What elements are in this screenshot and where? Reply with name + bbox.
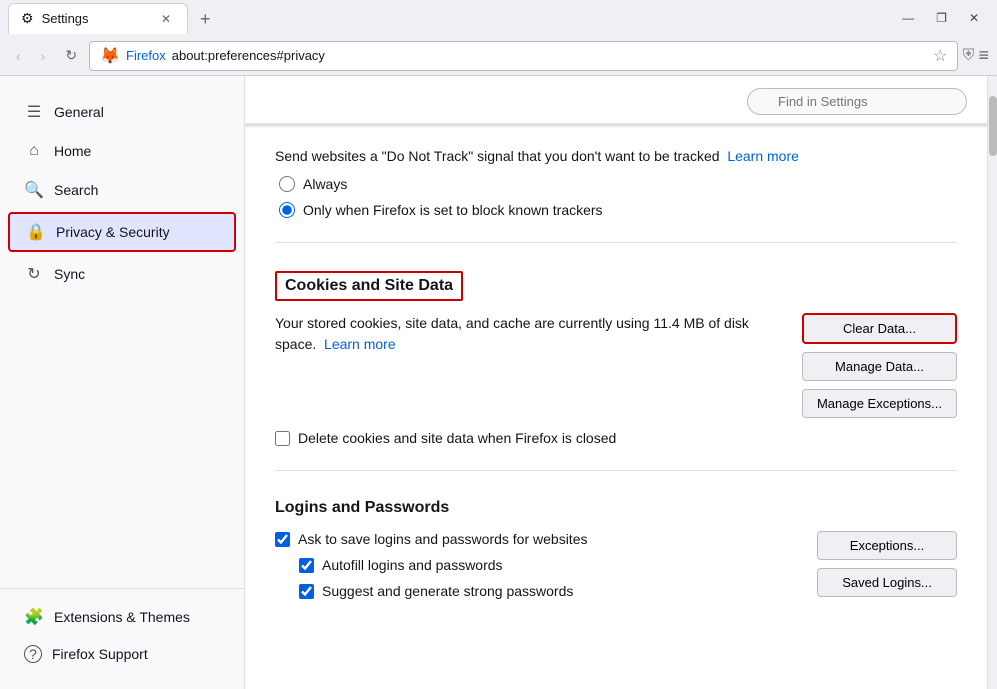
suggest-passwords-checkbox[interactable] bbox=[299, 584, 314, 599]
support-icon: ? bbox=[24, 645, 42, 663]
dnt-always-radio[interactable] bbox=[279, 176, 295, 192]
firefox-icon: 🦊 bbox=[100, 46, 120, 66]
find-settings-input[interactable] bbox=[747, 88, 967, 115]
sidebar-label-home: Home bbox=[54, 143, 91, 159]
content-area: 🔍 Send websites a "Do Not Track" signal … bbox=[245, 76, 987, 689]
cookies-buttons: Clear Data... Manage Data... Manage Exce… bbox=[802, 313, 957, 418]
delete-cookies-checkbox[interactable] bbox=[275, 431, 290, 446]
logins-buttons: Exceptions... Saved Logins... bbox=[817, 531, 957, 597]
cookies-section: Cookies and Site Data Your stored cookie… bbox=[275, 271, 957, 471]
manage-exceptions-button[interactable]: Manage Exceptions... bbox=[802, 389, 957, 418]
sidebar-item-general[interactable]: ☰ General bbox=[8, 94, 236, 130]
search-nav-icon: 🔍 bbox=[24, 180, 44, 200]
ask-save-checkbox[interactable] bbox=[275, 532, 290, 547]
cookies-section-title: Cookies and Site Data bbox=[275, 271, 957, 313]
settings-content: Send websites a "Do Not Track" signal th… bbox=[245, 128, 987, 629]
dnt-always-option[interactable]: Always bbox=[279, 176, 957, 192]
maximize-button[interactable]: ❐ bbox=[926, 7, 957, 29]
browser-window: ⚙ Settings ✕ + — ❐ ✕ ‹ › ↻ 🦊 Firefox abo… bbox=[0, 0, 997, 689]
navigation-bar: ‹ › ↻ 🦊 Firefox about:preferences#privac… bbox=[0, 36, 997, 76]
dnt-always-label: Always bbox=[303, 176, 347, 192]
delete-cookies-label: Delete cookies and site data when Firefo… bbox=[298, 430, 616, 446]
new-tab-button[interactable]: + bbox=[192, 5, 219, 34]
menu-icon[interactable]: ≡ bbox=[978, 45, 989, 66]
privacy-icon: 🔒 bbox=[26, 222, 46, 242]
firefox-label: Firefox bbox=[126, 48, 166, 63]
shield-icon[interactable]: ⛨ bbox=[962, 47, 974, 65]
home-icon: ⌂ bbox=[24, 142, 44, 160]
sync-icon: ↻ bbox=[24, 264, 44, 284]
sidebar-item-sync[interactable]: ↻ Sync bbox=[8, 256, 236, 292]
find-bar: 🔍 bbox=[245, 76, 987, 124]
settings-tab[interactable]: ⚙ Settings ✕ bbox=[8, 3, 188, 34]
extensions-icon: 🧩 bbox=[24, 607, 44, 627]
bookmark-icon[interactable]: ☆ bbox=[933, 46, 947, 66]
scrollbar-track[interactable] bbox=[987, 76, 997, 689]
tab-bar: ⚙ Settings ✕ + bbox=[8, 3, 888, 34]
do-not-track-section: Send websites a "Do Not Track" signal th… bbox=[275, 148, 957, 243]
sidebar-wrapper: ☰ General ⌂ Home 🔍 Search 🔒 Privacy & Se… bbox=[0, 92, 244, 673]
forward-button[interactable]: › bbox=[33, 44, 54, 68]
suggest-passwords-label: Suggest and generate strong passwords bbox=[322, 583, 573, 599]
logins-section: Logins and Passwords Ask to save logins … bbox=[275, 499, 957, 609]
scrollbar-thumb[interactable] bbox=[989, 96, 997, 156]
saved-logins-button[interactable]: Saved Logins... bbox=[817, 568, 957, 597]
address-text: about:preferences#privacy bbox=[172, 48, 927, 63]
logins-options: Ask to save logins and passwords for web… bbox=[275, 531, 797, 609]
dnt-text: Send websites a "Do Not Track" signal th… bbox=[275, 148, 957, 164]
suggest-passwords-option[interactable]: Suggest and generate strong passwords bbox=[275, 583, 797, 599]
back-button[interactable]: ‹ bbox=[8, 44, 29, 68]
delete-cookies-row: Delete cookies and site data when Firefo… bbox=[275, 430, 957, 446]
cookies-layout: Your stored cookies, site data, and cach… bbox=[275, 313, 957, 418]
refresh-button[interactable]: ↻ bbox=[57, 43, 85, 68]
ask-save-label: Ask to save logins and passwords for web… bbox=[298, 531, 587, 547]
cookies-description: Your stored cookies, site data, and cach… bbox=[275, 313, 775, 355]
sidebar-item-support[interactable]: ? Firefox Support bbox=[8, 637, 236, 671]
autofill-checkbox[interactable] bbox=[299, 558, 314, 573]
address-bar[interactable]: 🦊 Firefox about:preferences#privacy ☆ bbox=[89, 41, 958, 71]
general-icon: ☰ bbox=[24, 102, 44, 122]
dnt-learn-more-link[interactable]: Learn more bbox=[727, 148, 799, 164]
close-button[interactable]: ✕ bbox=[959, 7, 989, 29]
sidebar: ☰ General ⌂ Home 🔍 Search 🔒 Privacy & Se… bbox=[0, 76, 245, 689]
dnt-when-blocking-option[interactable]: Only when Firefox is set to block known … bbox=[279, 202, 957, 218]
minimize-button[interactable]: — bbox=[892, 7, 924, 29]
sidebar-item-privacy[interactable]: 🔒 Privacy & Security bbox=[8, 212, 236, 252]
autofill-option[interactable]: Autofill logins and passwords bbox=[275, 557, 797, 573]
tab-close-button[interactable]: ✕ bbox=[157, 10, 175, 28]
ask-save-option[interactable]: Ask to save logins and passwords for web… bbox=[275, 531, 797, 547]
sidebar-label-support: Firefox Support bbox=[52, 646, 148, 662]
sidebar-label-privacy: Privacy & Security bbox=[56, 224, 170, 240]
exceptions-button[interactable]: Exceptions... bbox=[817, 531, 957, 560]
title-bar: ⚙ Settings ✕ + — ❐ ✕ bbox=[0, 0, 997, 36]
sidebar-label-search: Search bbox=[54, 182, 98, 198]
autofill-label: Autofill logins and passwords bbox=[322, 557, 503, 573]
tab-favicon: ⚙ bbox=[21, 10, 34, 27]
sidebar-item-home[interactable]: ⌂ Home bbox=[8, 134, 236, 168]
logins-layout: Ask to save logins and passwords for web… bbox=[275, 531, 957, 609]
sidebar-label-extensions: Extensions & Themes bbox=[54, 609, 190, 625]
manage-data-button[interactable]: Manage Data... bbox=[802, 352, 957, 381]
find-input-wrapper: 🔍 bbox=[747, 88, 967, 115]
dnt-radio-group: Always Only when Firefox is set to block… bbox=[275, 176, 957, 218]
sidebar-label-general: General bbox=[54, 104, 104, 120]
main-layout: ☰ General ⌂ Home 🔍 Search 🔒 Privacy & Se… bbox=[0, 76, 997, 689]
dnt-when-blocking-label: Only when Firefox is set to block known … bbox=[303, 202, 603, 218]
sidebar-label-sync: Sync bbox=[54, 266, 85, 282]
tab-title: Settings bbox=[42, 11, 149, 26]
cookies-learn-more-link[interactable]: Learn more bbox=[324, 336, 396, 352]
sidebar-item-search[interactable]: 🔍 Search bbox=[8, 172, 236, 208]
dnt-when-blocking-radio[interactable] bbox=[279, 202, 295, 218]
logins-title: Logins and Passwords bbox=[275, 499, 957, 517]
dnt-description: Send websites a "Do Not Track" signal th… bbox=[275, 148, 720, 164]
sidebar-item-extensions[interactable]: 🧩 Extensions & Themes bbox=[8, 599, 236, 635]
clear-data-button[interactable]: Clear Data... bbox=[802, 313, 957, 344]
window-controls: — ❐ ✕ bbox=[892, 7, 989, 29]
cookies-title-text: Cookies and Site Data bbox=[275, 271, 463, 301]
